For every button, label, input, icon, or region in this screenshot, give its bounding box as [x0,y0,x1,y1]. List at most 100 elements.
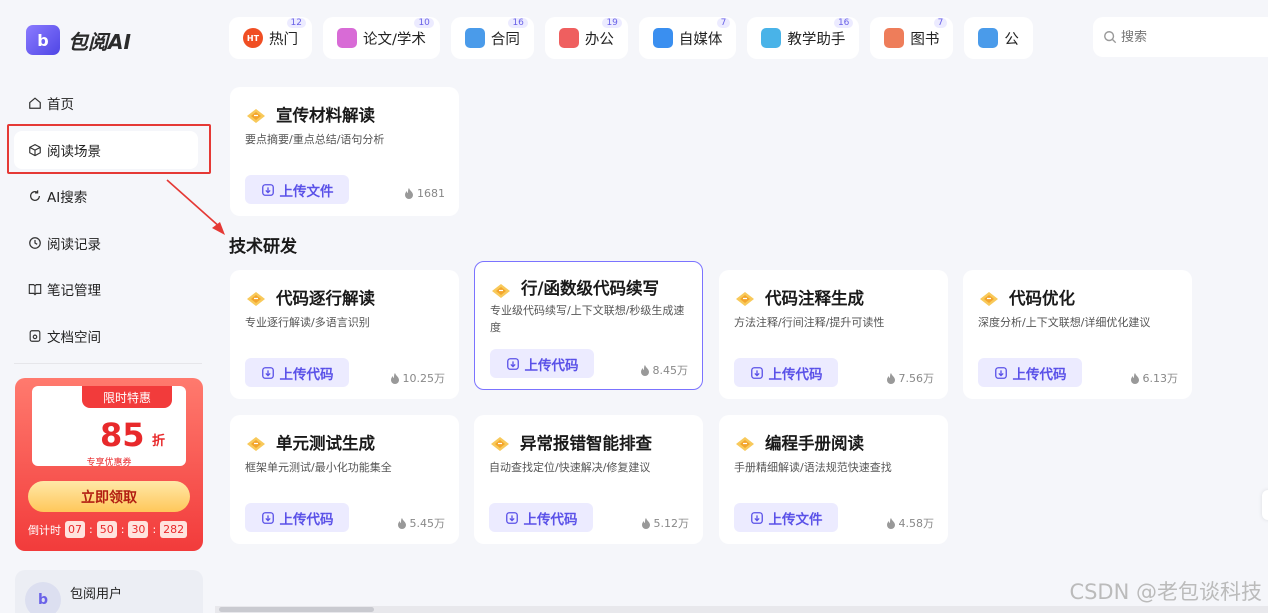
tab-teach[interactable]: 教学助手 16 [747,17,860,59]
tab-label: 办公 [584,31,614,48]
tab-label: 公 [1004,31,1019,48]
office-icon [558,28,579,48]
scene-card-desc: 方法注释/行间注释/提升可读性 [734,316,885,329]
countdown-minutes: 50 [96,521,117,538]
usage-count-value: 4.58万 [898,517,935,530]
upload-icon [506,357,519,370]
scene-card[interactable]: 代码注释生成 方法注释/行间注释/提升可读性 上传代码 7.56万 [719,270,948,399]
fire-icon [397,517,406,529]
tab-count-badge: 10 [414,18,434,28]
tab-media[interactable]: 自媒体 7 [638,17,737,59]
upload-button[interactable]: 上传代码 [245,503,349,532]
countdown-seconds: 30 [128,521,149,538]
scene-card-desc: 专业逐行解读/多语言识别 [245,316,370,329]
upload-button[interactable]: 上传代码 [734,358,838,387]
countdown: 倒计时 07 : 50 : 30 : 282 [28,521,188,538]
fire-icon [405,188,413,199]
upload-button-label: 上传代码 [1012,366,1067,383]
scene-card-icon [736,292,754,306]
claim-button[interactable]: 立即领取 [28,481,190,512]
promo-card: 限时特惠 85 折 专享优惠券 [32,386,186,468]
user-panel[interactable]: b 包阅用户 [15,570,203,613]
sidebar-item-reading-scenes[interactable]: 阅读场景 [14,130,198,169]
usage-count: 8.45万 [640,362,689,378]
usage-count: 5.45万 [397,515,445,531]
scene-card[interactable]: 宣传材料解读 要点摘要/重点总结/语句分析 上传文件 1681 [230,87,459,216]
scene-card-desc: 自动查找定位/快速解决/修复建议 [489,461,651,474]
usage-count: 4.58万 [886,515,935,531]
upload-button[interactable]: 上传文件 [734,503,838,532]
countdown-sep: : [89,523,93,536]
scene-card[interactable]: 行/函数级代码续写专业级代码续写/上下文联想/秒级生成速度 上传代码 8.45万 [474,261,703,390]
usage-count-value: 6.13万 [1142,372,1179,385]
promo-ribbon: 限时特惠 [82,386,172,408]
scene-card-desc: 框架单元测试/最小化功能集全 [245,461,392,474]
tab-label: 热门 [269,31,298,48]
fire-icon [886,372,895,384]
scene-card-title: 行/函数级代码续写 [521,279,660,298]
floating-handle[interactable] [1262,490,1268,520]
scene-card[interactable]: 异常报错智能排查 自动查找定位/快速解决/修复建议 上传代码 5.12万 [474,415,703,544]
usage-count-value: 10.25万 [402,372,446,385]
scene-card-title: 异常报错智能排查 [520,434,652,453]
logo-icon: b [26,25,60,55]
scene-card-title: 单元测试生成 [276,434,375,453]
scene-card-desc: 深度分析/上下文联想/详细优化建议 [978,316,1151,329]
book-icon [884,28,905,48]
sidebar-item-doc-space[interactable]: 文档空间 [14,317,198,355]
scene-card[interactable]: 代码优化深度分析/上下文联想/详细优化建议上传代码 6.13万 [963,270,1192,399]
upload-button[interactable]: 上传文件 [245,175,349,204]
scene-card[interactable]: 代码逐行解读 专业逐行解读/多语言识别 上传代码 10.25万 [230,270,459,399]
user-name: 包阅用户 [70,587,123,602]
upload-icon [750,366,763,379]
paper-icon [337,28,357,48]
tab-hot[interactable]: HT 热门 12 [229,17,312,59]
upload-button[interactable]: 上传代码 [245,358,349,387]
tab-contract[interactable]: 合同 16 [450,17,534,59]
tab-public[interactable]: 公 [964,17,1033,59]
upload-button-label: 上传代码 [768,366,823,383]
tab-count-badge: 16 [833,18,854,28]
upload-button[interactable]: 上传代码 [489,503,593,532]
usage-count: 10.25万 [390,370,446,386]
search-icon [1104,31,1117,44]
upload-button[interactable]: 上传代码 [490,349,594,378]
public-icon [978,28,999,48]
search-box[interactable] [1093,17,1268,57]
doc-icon [27,328,43,344]
search-input[interactable] [1121,29,1241,45]
tab-count-badge: 12 [286,18,306,28]
tab-book[interactable]: 图书 7 [870,17,954,59]
watermark: CSDN @老包谈科技 [1069,580,1262,604]
sidebar-item-reading-history[interactable]: 阅读记录 [14,224,198,262]
scene-card[interactable]: 单元测试生成框架单元测试/最小化功能集全上传代码 5.45万 [230,415,459,544]
tab-label: 合同 [490,31,520,48]
app-logo[interactable]: b 包阅AI [26,25,131,55]
usage-count: 6.13万 [1130,370,1179,386]
scrollbar-thumb[interactable] [219,607,374,612]
scene-card-desc: 要点摘要/重点总结/语句分析 [245,133,385,146]
book-icon [27,281,43,297]
scene-card-icon [491,437,509,451]
tab-office[interactable]: 办公 19 [544,17,628,59]
usage-count: 1681 [404,187,445,200]
sidebar-item-home[interactable]: 首页 [14,84,198,122]
usage-count-value: 8.45万 [652,364,689,377]
countdown-sep: : [152,523,157,536]
tab-paper[interactable]: 论文/学术 10 [323,17,440,59]
usage-count: 7.56万 [886,370,934,386]
usage-count-value: 1681 [417,187,445,200]
scene-card-desc: 专业级代码续写/上下文联想/秒级生成速度 [490,304,685,334]
home-icon [27,95,43,111]
scene-card-title: 宣传材料解读 [276,106,375,125]
sidebar-item-notes[interactable]: 笔记管理 [14,270,198,308]
tab-label: 图书 [910,31,940,48]
scene-card[interactable]: 编程手册阅读 手册精细解读/语法规范快速查找 上传文件 4.58万 [719,415,948,544]
fire-icon [886,517,895,529]
sidebar-item-ai-search[interactable]: AI搜索 [14,177,198,215]
horizontal-scrollbar[interactable] [215,606,1268,613]
sidebar-item-label: 笔记管理 [47,283,101,299]
upload-button[interactable]: 上传代码 [978,358,1082,387]
scene-card-title: 代码优化 [1009,289,1075,308]
upload-icon [750,511,763,524]
